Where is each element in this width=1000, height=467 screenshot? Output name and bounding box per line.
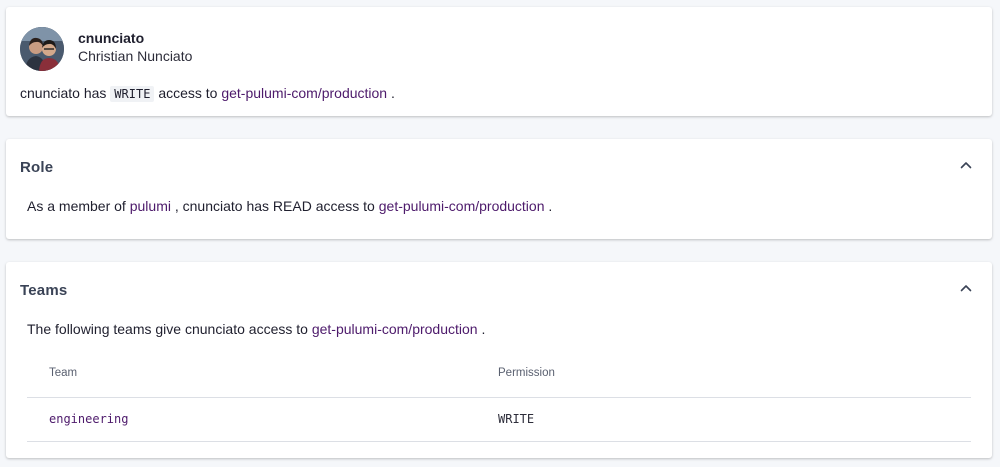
role-section-title: Role (20, 159, 54, 176)
role-description: As a member of pulumi , cnunciato has RE… (27, 198, 552, 214)
stack-link[interactable]: get-pulumi-com/production (221, 85, 387, 101)
team-name-link[interactable]: engineering (49, 412, 128, 426)
chevron-up-icon[interactable] (958, 280, 974, 296)
user-access-summary: cnunciato has WRITE access to get-pulumi… (20, 85, 395, 102)
access-suffix: . (390, 85, 395, 101)
teams-text-prefix: The following teams give cnunciato acces… (27, 321, 308, 337)
chevron-up-icon[interactable] (958, 157, 974, 173)
table-header-row: Team Permission (27, 354, 971, 398)
table-row: engineering WRITE (27, 398, 971, 442)
teams-text-suffix: . (481, 321, 486, 337)
avatar (20, 27, 64, 71)
access-level-badge: WRITE (110, 86, 155, 102)
teams-card: Teams The following teams give cnunciato… (6, 262, 992, 458)
username: cnunciato (78, 30, 145, 46)
access-middle: access to (158, 85, 218, 101)
teams-description: The following teams give cnunciato acces… (27, 321, 485, 337)
org-link[interactable]: pulumi (130, 198, 171, 214)
user-card: cnunciato Christian Nunciato cnunciato h… (6, 7, 992, 116)
stack-link[interactable]: get-pulumi-com/production (312, 321, 478, 337)
team-permission: WRITE (498, 412, 535, 426)
column-header-team: Team (49, 367, 78, 379)
role-card: Role As a member of pulumi , cnunciato h… (6, 139, 992, 239)
teams-table: Team Permission engineering WRITE (27, 354, 971, 442)
stack-link[interactable]: get-pulumi-com/production (379, 198, 545, 214)
role-text-prefix: As a member of (27, 198, 126, 214)
full-name: Christian Nunciato (78, 48, 193, 64)
teams-section-title: Teams (20, 282, 68, 299)
access-prefix: cnunciato has (20, 85, 107, 101)
role-text-suffix: . (548, 198, 553, 214)
role-text-middle: , cnunciato has READ access to (174, 198, 375, 214)
column-header-permission: Permission (498, 367, 555, 379)
